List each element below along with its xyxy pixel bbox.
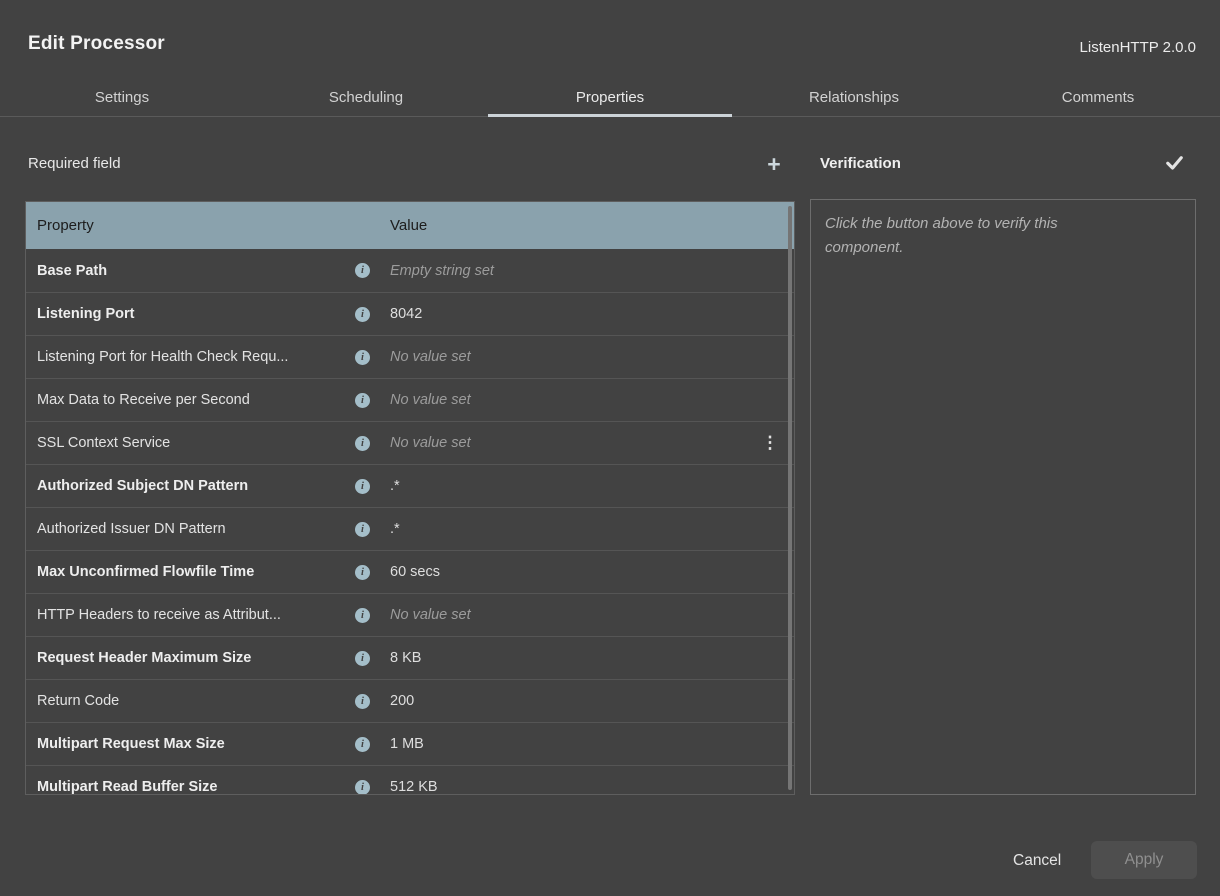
property-value[interactable]: No value set [390, 349, 782, 365]
property-value[interactable]: .* [390, 521, 782, 537]
table-header-row: Property Value [26, 202, 794, 249]
tab-properties[interactable]: Properties [488, 78, 732, 116]
property-table-body: Base PathiEmpty string setListening Port… [26, 249, 794, 795]
tab-scheduling[interactable]: Scheduling [244, 78, 488, 116]
tab-bar: Settings Scheduling Properties Relations… [0, 78, 1220, 117]
property-value[interactable]: 8042 [390, 306, 782, 322]
property-value[interactable]: 512 KB [390, 779, 782, 795]
table-row[interactable]: Listening Port for Health Check Requ...i… [26, 335, 794, 378]
property-name: Listening Port [26, 306, 355, 322]
table-row[interactable]: Authorized Issuer DN Patterni .* [26, 507, 794, 550]
info-icon[interactable]: i [355, 565, 370, 580]
component-version: ListenHTTP 2.0.0 [1080, 39, 1196, 56]
info-icon[interactable]: i [355, 651, 370, 666]
property-value[interactable]: 200 [390, 693, 782, 709]
verification-results-panel: Click the button above to verify this co… [810, 199, 1196, 795]
property-name: Return Code [26, 693, 355, 709]
table-row[interactable]: Max Unconfirmed Flowfile Timei 60 secs [26, 550, 794, 593]
property-value[interactable]: .* [390, 478, 782, 494]
table-row[interactable]: Multipart Request Max Sizei 1 MB [26, 722, 794, 765]
property-name: Request Header Maximum Size [26, 650, 355, 666]
property-name: HTTP Headers to receive as Attribut... [26, 607, 355, 623]
table-row[interactable]: Max Data to Receive per Secondi No value … [26, 378, 794, 421]
table-row[interactable]: Authorized Subject DN Patterni .* [26, 464, 794, 507]
property-name: SSL Context Service [26, 435, 355, 451]
info-icon[interactable]: i [355, 522, 370, 537]
property-name: Listening Port for Health Check Requ... [26, 349, 355, 365]
table-scrollbar[interactable] [788, 206, 792, 790]
property-name: Max Data to Receive per Second [26, 392, 355, 408]
info-icon[interactable]: i [355, 479, 370, 494]
property-value[interactable]: 1 MB [390, 736, 782, 752]
tab-settings[interactable]: Settings [0, 78, 244, 116]
table-row[interactable]: Listening Porti 8042 [26, 292, 794, 335]
table-row[interactable]: Return Codei 200 [26, 679, 794, 722]
tab-comments[interactable]: Comments [976, 78, 1220, 116]
property-name: Max Unconfirmed Flowfile Time [26, 564, 355, 580]
info-icon[interactable]: i [355, 737, 370, 752]
info-icon[interactable]: i [355, 780, 370, 795]
info-icon[interactable]: i [355, 263, 370, 278]
plus-icon: + [767, 153, 780, 176]
info-icon[interactable]: i [355, 608, 370, 623]
verification-message: Click the button above to verify this co… [825, 212, 1135, 260]
table-row[interactable]: Base Pathi Empty string set [26, 249, 794, 292]
property-value[interactable]: No value set [390, 392, 782, 408]
apply-button[interactable]: Apply [1091, 841, 1197, 879]
verify-button[interactable] [1162, 153, 1186, 177]
property-value[interactable]: Empty string set [390, 263, 782, 279]
property-value[interactable]: No value set [390, 607, 782, 623]
page-title: Edit Processor [28, 33, 165, 55]
property-value[interactable]: No value set [390, 435, 758, 451]
table-row[interactable]: Multipart Read Buffer Sizei 512 KB [26, 765, 794, 795]
property-name: Multipart Request Max Size [26, 736, 355, 752]
verification-label: Verification [820, 155, 901, 172]
cancel-button[interactable]: Cancel [995, 842, 1079, 880]
info-icon[interactable]: i [355, 393, 370, 408]
add-property-button[interactable]: + [760, 150, 788, 178]
info-icon[interactable]: i [355, 694, 370, 709]
property-name: Authorized Issuer DN Pattern [26, 521, 355, 537]
info-icon[interactable]: i [355, 307, 370, 322]
property-name: Multipart Read Buffer Size [26, 779, 355, 795]
info-icon[interactable]: i [355, 436, 370, 451]
property-table: Property Value Base PathiEmpty string se… [25, 201, 795, 795]
property-value[interactable]: 60 secs [390, 564, 782, 580]
property-name: Authorized Subject DN Pattern [26, 478, 355, 494]
property-name: Base Path [26, 263, 355, 279]
column-header-property: Property [26, 217, 355, 234]
required-field-label: Required field [28, 155, 121, 172]
table-row[interactable]: HTTP Headers to receive as Attribut...i N… [26, 593, 794, 636]
check-icon [1165, 153, 1184, 177]
tab-relationships[interactable]: Relationships [732, 78, 976, 116]
info-icon[interactable]: i [355, 350, 370, 365]
property-value[interactable]: 8 KB [390, 650, 782, 666]
table-row[interactable]: Request Header Maximum Sizei 8 KB [26, 636, 794, 679]
more-options-icon[interactable]: ⋮ [758, 433, 782, 453]
table-row[interactable]: SSL Context Servicei No value set⋮ [26, 421, 794, 464]
column-header-value: Value [355, 217, 427, 234]
